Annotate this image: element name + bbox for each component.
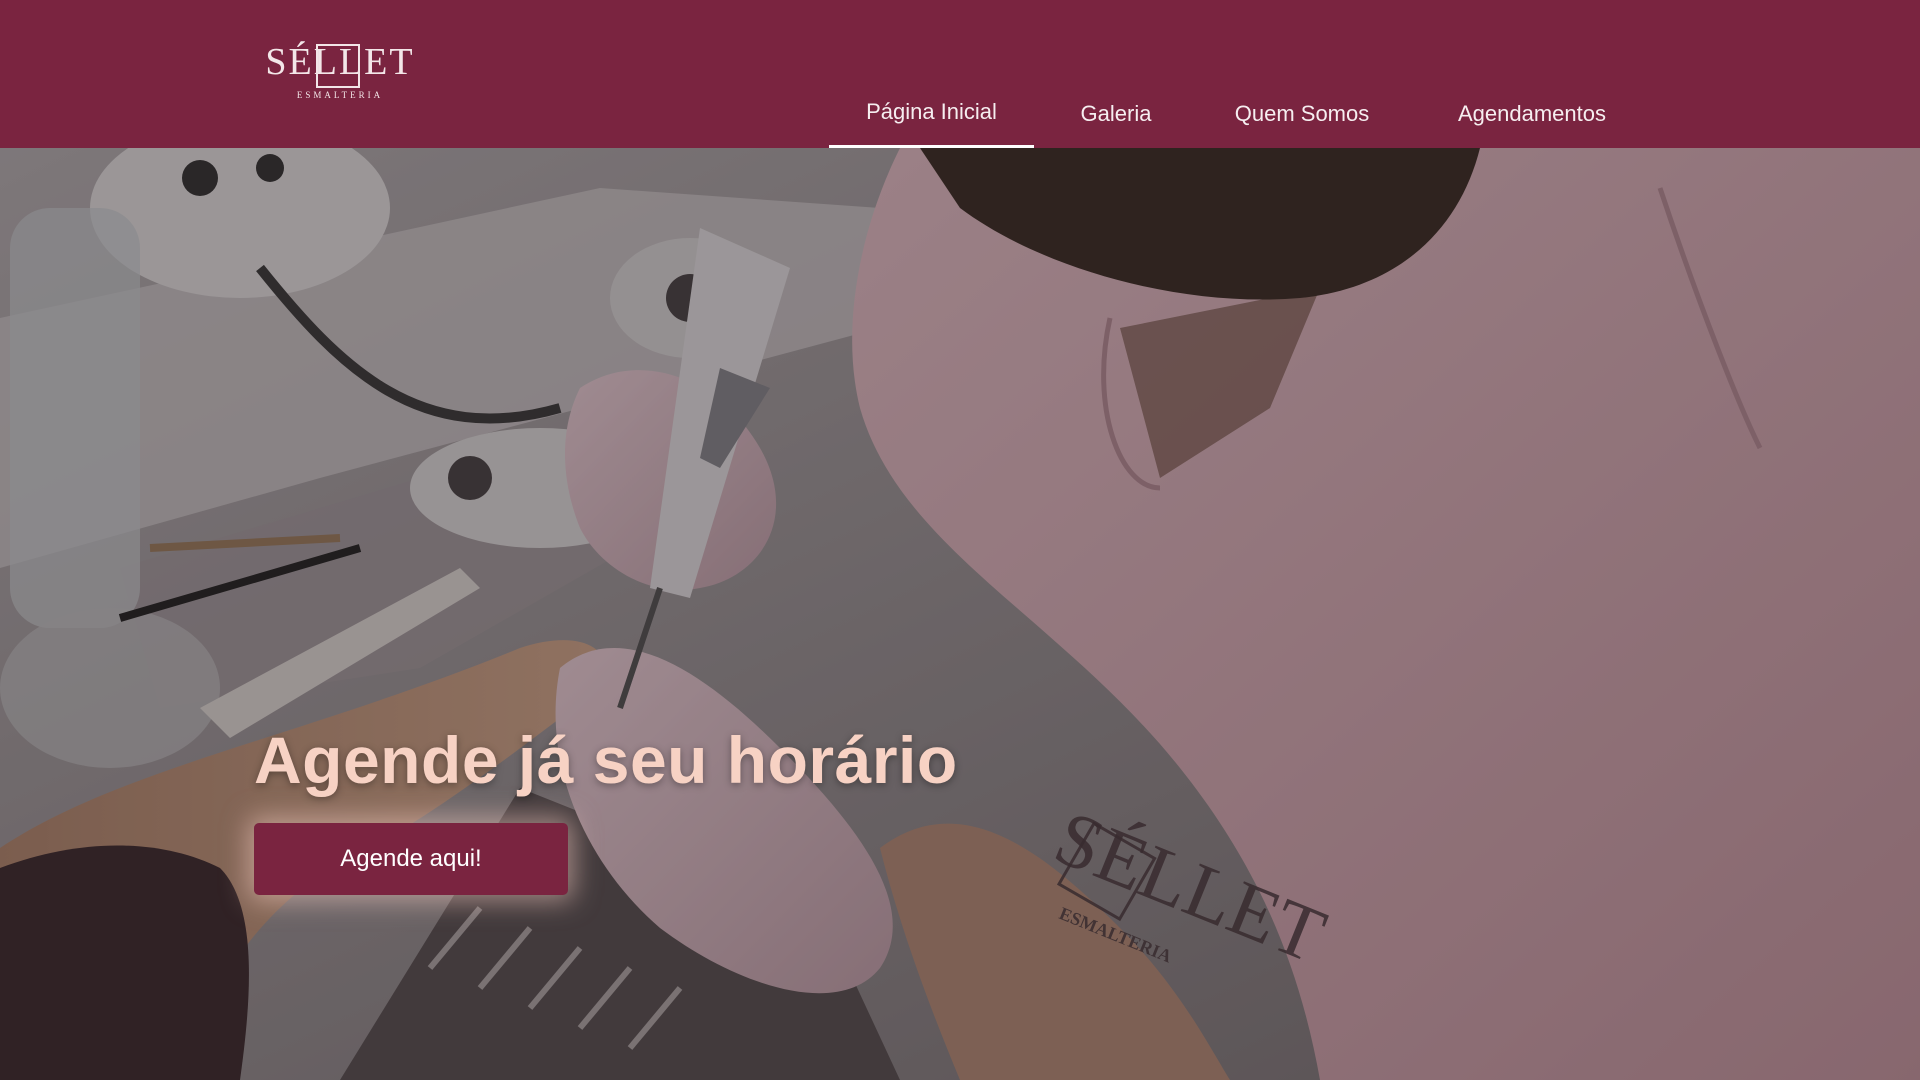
nav-item-quem-somos[interactable]: Quem Somos bbox=[1222, 88, 1382, 148]
nav-item-pagina-inicial[interactable]: Página Inicial bbox=[829, 84, 1034, 148]
logo-wordmark: SÉLLET bbox=[265, 41, 415, 83]
book-now-button[interactable]: Agende aqui! bbox=[254, 823, 568, 895]
nav-item-agendamentos[interactable]: Agendamentos bbox=[1446, 88, 1618, 148]
hero-heading: Agende já seu horário bbox=[254, 723, 958, 797]
site-header: SÉLLET ESMALTERIA Página Inicial Galeria… bbox=[0, 0, 1920, 148]
logo-subtitle: ESMALTERIA bbox=[296, 90, 384, 100]
hero-dark-overlay bbox=[0, 148, 1920, 1080]
sellet-logo[interactable]: SÉLLET ESMALTERIA bbox=[256, 36, 424, 108]
homepage: SÉLLET ESMALTERIA Página Inicial Galeria… bbox=[0, 0, 1920, 1080]
hero-section: SÉLLET ESMALTERIA bbox=[0, 148, 1920, 1080]
nav-item-galeria[interactable]: Galeria bbox=[1072, 88, 1160, 148]
